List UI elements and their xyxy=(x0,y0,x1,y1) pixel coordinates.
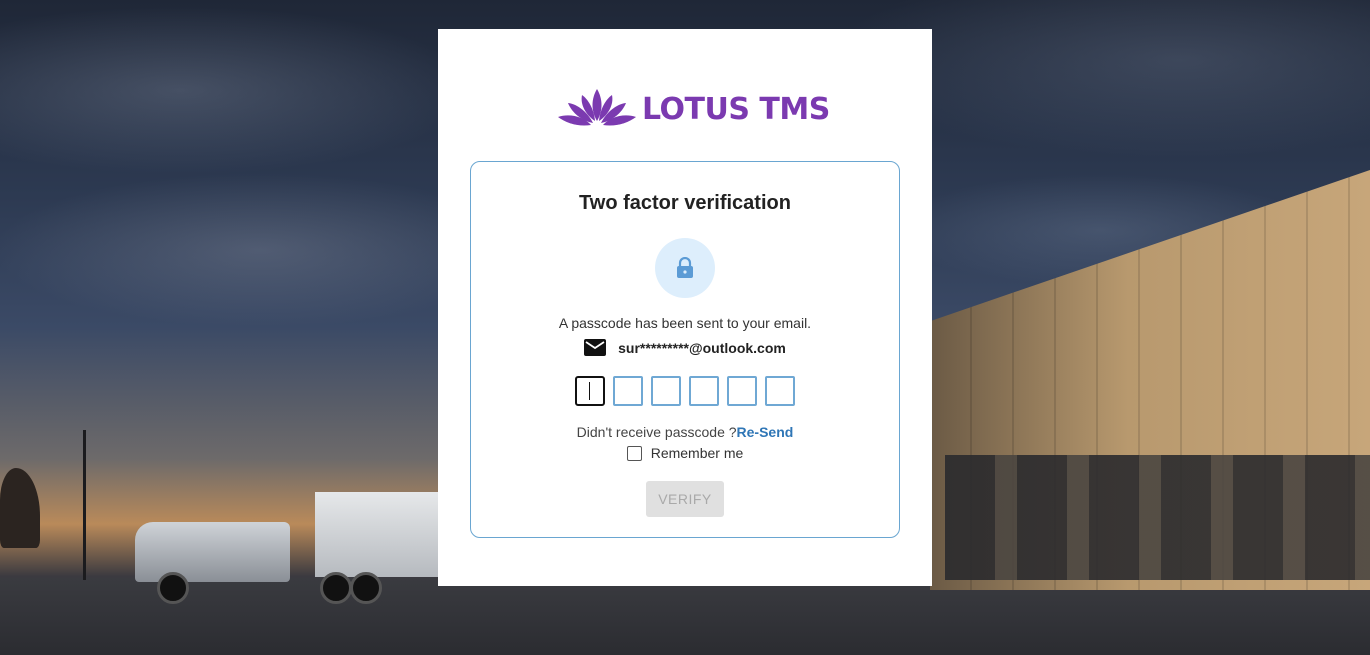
masked-email: sur*********@outlook.com xyxy=(618,339,786,356)
mail-icon xyxy=(584,339,607,356)
email-row: sur*********@outlook.com xyxy=(471,339,899,356)
resend-line: Didn't receive passcode ?Re-Send xyxy=(471,424,899,440)
resend-link[interactable]: Re-Send xyxy=(737,424,794,440)
remember-me-label: Remember me xyxy=(650,445,744,461)
light-pole xyxy=(83,430,86,580)
passcode-digit-4[interactable] xyxy=(689,376,719,406)
verification-card: LOTUS TMS Two factor verification A pass… xyxy=(438,29,932,586)
passcode-digit-5[interactable] xyxy=(727,376,757,406)
brand-logo: LOTUS TMS xyxy=(558,87,830,131)
lotus-flower-icon xyxy=(558,89,636,126)
lock-icon xyxy=(677,257,693,278)
truck-wheel xyxy=(320,572,352,604)
passcode-sent-message: A passcode has been sent to your email. xyxy=(558,315,812,331)
remember-me-option[interactable]: Remember me xyxy=(471,445,899,461)
passcode-digit-3[interactable] xyxy=(651,376,681,406)
truck-wheel xyxy=(350,572,382,604)
passcode-digit-6[interactable] xyxy=(765,376,795,406)
truck-wheel xyxy=(157,572,189,604)
brand-name: LOTUS TMS xyxy=(642,91,830,127)
passcode-inputs xyxy=(471,376,899,406)
truck-image xyxy=(135,492,445,604)
passcode-digit-wrapper xyxy=(575,376,605,406)
passcode-digit-2[interactable] xyxy=(613,376,643,406)
truck-cab xyxy=(135,522,290,582)
text-cursor xyxy=(589,382,590,400)
loading-docks xyxy=(945,455,1370,580)
remember-me-checkbox[interactable] xyxy=(626,445,642,461)
truck-trailer xyxy=(315,492,445,577)
resend-prompt: Didn't receive passcode ? xyxy=(576,424,737,440)
passcode-digit-1[interactable] xyxy=(575,376,605,406)
verification-panel: Two factor verification A passcode has b… xyxy=(470,161,900,538)
lock-badge xyxy=(655,238,715,298)
page-title: Two factor verification xyxy=(579,192,791,214)
verify-button[interactable]: VERIFY xyxy=(646,481,724,517)
